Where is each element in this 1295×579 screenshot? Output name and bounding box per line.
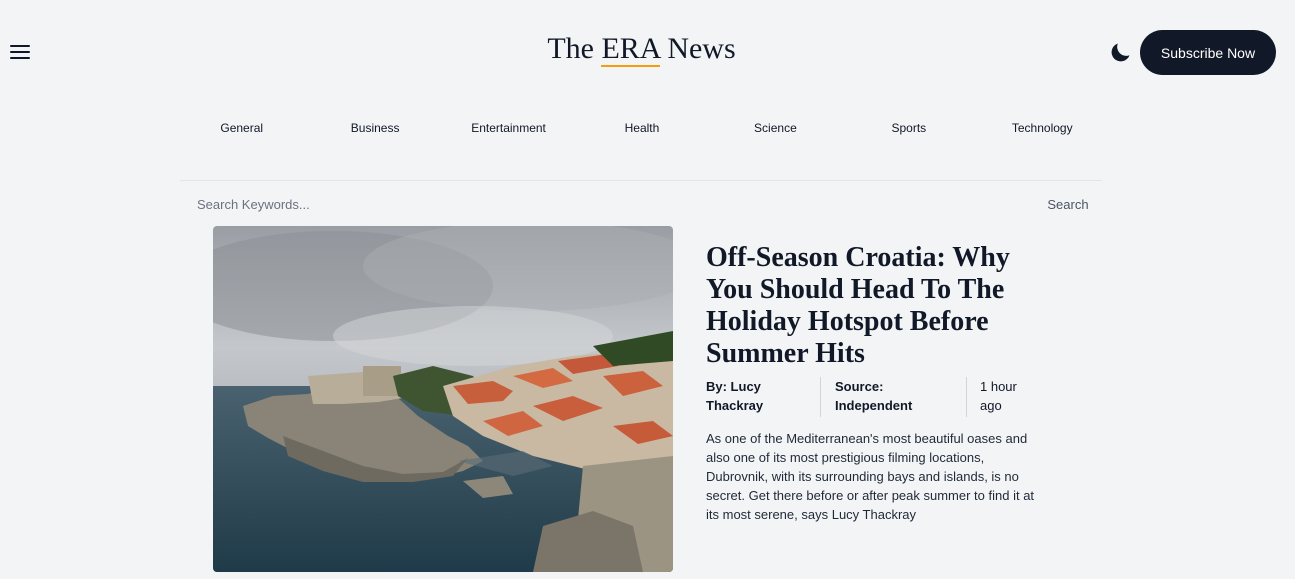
category-nav: General Business Entertainment Health Sc… (175, 118, 1109, 138)
article-summary: As one of the Mediterranean's most beaut… (706, 431, 1035, 522)
section-divider (180, 180, 1102, 181)
category-sports[interactable]: Sports (842, 118, 975, 138)
site-header: The ERA News Subscribe Now (0, 0, 1295, 105)
logo-suffix: News (659, 32, 736, 65)
category-technology[interactable]: Technology (976, 118, 1109, 138)
category-business[interactable]: Business (308, 118, 441, 138)
dubrovnik-photo (213, 226, 673, 572)
article-title[interactable]: Off-Season Croatia: Why You Should Head … (706, 242, 1046, 370)
article-image[interactable] (213, 226, 673, 572)
search-button[interactable]: Search (1040, 193, 1096, 215)
category-health[interactable]: Health (575, 118, 708, 138)
article-source: Source: Independent (820, 377, 952, 417)
moon-icon[interactable] (1109, 40, 1133, 64)
category-science[interactable]: Science (709, 118, 842, 138)
category-entertainment[interactable]: Entertainment (442, 118, 575, 138)
site-logo[interactable]: The ERA News (0, 32, 1283, 67)
search-input[interactable] (190, 193, 990, 215)
article-meta: By: Lucy Thackray Source: Independent 1 … (706, 377, 1046, 417)
category-general[interactable]: General (175, 118, 308, 138)
logo-highlight: ERA (601, 32, 660, 67)
subscribe-button[interactable]: Subscribe Now (1140, 30, 1276, 75)
article-time: 1 hour ago (966, 377, 1026, 417)
logo-prefix: The (547, 32, 602, 65)
article-author: By: Lucy Thackray (706, 379, 764, 413)
